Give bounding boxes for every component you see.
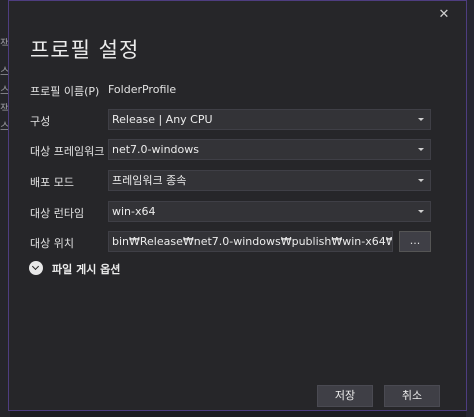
target-location-value: bin₩Release₩net7.0-windows₩publish₩win-x… — [112, 235, 393, 248]
target-location-input[interactable]: bin₩Release₩net7.0-windows₩publish₩win-x… — [108, 231, 393, 252]
target-framework-value: net7.0-windows — [112, 143, 199, 156]
target-framework-label: 대상 프레임워크 — [30, 145, 105, 158]
configuration-dropdown[interactable]: Release | Any CPU — [108, 109, 431, 130]
target-location-label: 대상 위치 — [30, 237, 74, 250]
deployment-mode-dropdown[interactable]: 프레임워크 종속 — [108, 170, 431, 191]
target-runtime-label: 대상 런타임 — [30, 207, 85, 220]
chevron-down-icon — [418, 148, 424, 151]
chevron-down-icon — [418, 179, 424, 182]
chevron-down-icon — [418, 118, 424, 121]
chevron-down-icon — [418, 210, 424, 213]
profile-settings-dialog: ✕ 프로필 설정 프로필 이름(P) FolderProfile 구성 Rele… — [8, 0, 467, 411]
profile-name-value: FolderProfile — [108, 83, 177, 96]
profile-name-label: 프로필 이름(P) — [30, 85, 100, 98]
cancel-button[interactable]: 취소 — [384, 385, 440, 407]
save-button[interactable]: 저장 — [317, 385, 373, 407]
target-framework-dropdown[interactable]: net7.0-windows — [108, 139, 431, 160]
browse-button[interactable]: ... — [399, 231, 431, 252]
target-runtime-value: win-x64 — [112, 205, 156, 218]
target-runtime-dropdown[interactable]: win-x64 — [108, 201, 431, 222]
dialog-title: 프로필 설정 — [30, 38, 140, 62]
publish-options-label: 파일 게시 옵션 — [52, 263, 121, 276]
deployment-mode-label: 배포 모드 — [30, 176, 74, 189]
background-right-strip — [466, 0, 474, 417]
configuration-value: Release | Any CPU — [112, 113, 213, 126]
close-icon: ✕ — [438, 7, 450, 22]
configuration-label: 구성 — [30, 115, 51, 128]
close-button[interactable]: ✕ — [436, 7, 452, 23]
deployment-mode-value: 프레임워크 종속 — [112, 174, 187, 187]
